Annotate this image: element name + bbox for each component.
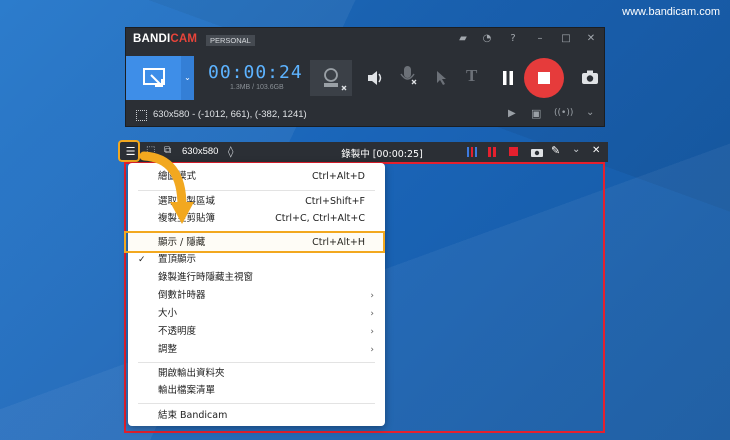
- menu-separator: [138, 362, 375, 363]
- watermark: www.bandicam.com: [622, 6, 720, 18]
- webcam-icon: [324, 68, 347, 91]
- video-icon[interactable]: ▶: [508, 108, 516, 119]
- menu-item-adjust[interactable]: 調整 ›: [128, 341, 385, 359]
- menu-item-opacity[interactable]: 不透明度 ›: [128, 323, 385, 341]
- menu-item-label: 置頂顯示: [158, 254, 197, 265]
- folder-icon[interactable]: ▰: [456, 32, 470, 46]
- microphone-icon[interactable]: [398, 64, 418, 90]
- region-select-icon[interactable]: [136, 110, 147, 121]
- menu-item-label: 輸出檔案清單: [158, 385, 216, 396]
- help-icon[interactable]: ?: [506, 32, 520, 46]
- opacity-icon[interactable]: ◊: [228, 145, 233, 158]
- recording-status: 錄製中 [00:00:25]: [341, 149, 423, 160]
- expand-chevron-icon[interactable]: ⌄: [586, 107, 594, 118]
- title-bar: BANDICAM PERSONAL ▰ ◔ ? – □ ✕: [126, 28, 604, 50]
- pause-icon[interactable]: [487, 146, 497, 158]
- close-icon[interactable]: ✕: [584, 32, 598, 46]
- menu-item-always-on-top[interactable]: ✓ 置頂顯示: [128, 251, 385, 269]
- menu-item-shortcut: Ctrl+C, Ctrl+Alt+C: [275, 213, 365, 224]
- menu-item-open-output-folder[interactable]: 開啟輸出資料夾: [128, 365, 385, 383]
- minimize-icon[interactable]: –: [533, 32, 547, 46]
- menu-item-label: 倒數計時器: [158, 290, 206, 301]
- menu-item-shortcut: Ctrl+Alt+D: [311, 171, 365, 182]
- image-icon[interactable]: ▣: [531, 107, 541, 120]
- screen-mode-button[interactable]: [126, 56, 181, 100]
- app-logo: BANDICAM: [133, 33, 197, 45]
- broadcast-icon[interactable]: ((•)): [554, 108, 573, 118]
- chevron-right-icon: ›: [370, 345, 374, 355]
- stop-icon[interactable]: [509, 147, 518, 156]
- menu-item-countdown-timer[interactable]: 倒數計時器 ›: [128, 287, 385, 305]
- bandicam-main-window: BANDICAM PERSONAL ▰ ◔ ? – □ ✕ ⌄ 00:00:24…: [126, 28, 604, 126]
- edition-badge: PERSONAL: [206, 35, 255, 46]
- collapse-chevron-icon[interactable]: ⌄: [572, 144, 580, 155]
- camera-icon[interactable]: [581, 69, 599, 85]
- logo-part-cam: CAM: [170, 33, 198, 45]
- region-info: 630x580 - (-1012, 661), (-382, 1241): [153, 109, 307, 120]
- webcam-toggle[interactable]: [310, 60, 352, 96]
- menu-item-shortcut: Ctrl+Shift+F: [305, 196, 365, 207]
- file-size: 1.3MB / 103.6GB: [230, 84, 284, 91]
- menu-separator: [138, 403, 375, 404]
- camera-icon[interactable]: [530, 146, 544, 158]
- menu-item-output-file-list[interactable]: 輸出檔案清單: [128, 382, 385, 400]
- menu-item-size[interactable]: 大小 ›: [128, 305, 385, 323]
- clock-icon[interactable]: ◔: [480, 32, 494, 46]
- stop-icon: [538, 72, 550, 84]
- stop-record-button[interactable]: [524, 58, 564, 98]
- checkmark-icon: ✓: [138, 255, 146, 265]
- main-toolbar: ⌄ 00:00:24 1.3MB / 103.6GB T: [126, 56, 604, 100]
- pause-icon[interactable]: [501, 70, 515, 86]
- speaker-icon[interactable]: [366, 68, 384, 88]
- logo-part-bandi: BANDI: [133, 33, 171, 45]
- region-info-bar: 630x580 - (-1012, 661), (-382, 1241) ▶ ▣…: [126, 104, 604, 126]
- menu-item-label: 調整: [158, 344, 178, 355]
- menu-item-exit[interactable]: 結束 Bandicam: [128, 407, 385, 425]
- chevron-right-icon: ›: [370, 309, 374, 319]
- mouse-click-icon[interactable]: [432, 68, 450, 86]
- menu-item-label: 開啟輸出資料夾: [158, 368, 225, 379]
- recording-timer: 00:00:24: [208, 62, 303, 83]
- menu-item-label: 結束 Bandicam: [158, 410, 228, 421]
- pointer-arrow-icon: [139, 151, 194, 224]
- menu-item-label: 大小: [158, 308, 178, 319]
- menu-item-label: 不透明度: [158, 326, 197, 337]
- menu-item-hide-main-window[interactable]: 錄製進行時隱藏主視窗: [128, 269, 385, 287]
- maximize-icon[interactable]: □: [559, 32, 573, 46]
- chevron-down-icon[interactable]: ⌄: [181, 56, 194, 100]
- pencil-icon[interactable]: ✎: [551, 144, 560, 157]
- text-overlay-icon[interactable]: T: [466, 66, 477, 86]
- menu-item-label: 錄製進行時隱藏主視窗: [158, 272, 254, 283]
- screen-region-icon: [143, 68, 165, 87]
- audio-bars-icon: [467, 147, 477, 157]
- chevron-right-icon: ›: [370, 291, 374, 301]
- chevron-right-icon: ›: [370, 327, 374, 337]
- close-icon[interactable]: ✕: [592, 145, 600, 156]
